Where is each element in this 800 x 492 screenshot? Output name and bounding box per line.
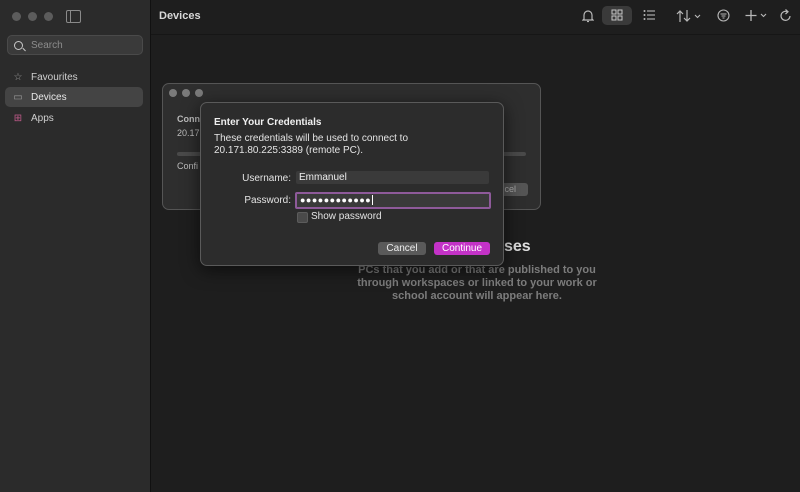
password-field[interactable]: ●●●●●●●●●●●● bbox=[295, 192, 491, 209]
window-controls bbox=[169, 89, 203, 97]
credentials-dialog: Enter Your Credentials These credentials… bbox=[200, 102, 504, 266]
text-caret bbox=[372, 195, 374, 206]
add-icon[interactable] bbox=[745, 9, 769, 22]
search-field[interactable] bbox=[7, 35, 143, 55]
apps-grid-icon: ⊞ bbox=[13, 112, 23, 124]
sidebar-item-label: Apps bbox=[31, 112, 54, 124]
connecting-title: Conn bbox=[177, 114, 200, 124]
filter-icon[interactable] bbox=[717, 9, 730, 22]
dialog-message: These credentials will be used to connec… bbox=[214, 133, 408, 156]
password-label: Password: bbox=[244, 195, 291, 206]
continue-button[interactable]: Continue bbox=[434, 242, 490, 255]
sidebar-item-favourites[interactable]: ☆ Favourites bbox=[5, 67, 143, 87]
close-window-button[interactable] bbox=[169, 89, 177, 97]
minimize-window-button[interactable] bbox=[182, 89, 190, 97]
empty-state-title: ses bbox=[504, 238, 531, 255]
username-field[interactable]: Emmanuel bbox=[296, 171, 489, 184]
cancel-button[interactable]: Cancel bbox=[378, 242, 426, 255]
refresh-icon[interactable] bbox=[780, 9, 792, 22]
dialog-title: Enter Your Credentials bbox=[214, 117, 322, 128]
search-icon bbox=[14, 40, 23, 50]
sidebar-toggle-icon[interactable] bbox=[66, 10, 81, 23]
sidebar-item-label: Devices bbox=[31, 91, 67, 103]
search-input[interactable] bbox=[31, 39, 131, 51]
close-window-button[interactable] bbox=[12, 12, 21, 21]
window-controls bbox=[12, 12, 53, 21]
minimize-window-button[interactable] bbox=[28, 12, 37, 21]
show-password-label[interactable]: Show password bbox=[311, 211, 382, 222]
zoom-window-button[interactable] bbox=[44, 12, 53, 21]
grid-view-icon[interactable] bbox=[611, 9, 623, 21]
password-mask: ●●●●●●●●●●●● bbox=[300, 195, 372, 205]
sort-icon[interactable] bbox=[676, 9, 702, 23]
zoom-window-button[interactable] bbox=[195, 89, 203, 97]
list-view-icon[interactable] bbox=[643, 9, 656, 21]
star-icon: ☆ bbox=[13, 71, 23, 83]
sidebar-item-label: Favourites bbox=[31, 71, 78, 83]
sidebar-item-devices[interactable]: ▭ Devices bbox=[5, 87, 143, 107]
bell-icon[interactable] bbox=[582, 9, 594, 23]
header-divider bbox=[151, 34, 800, 35]
sidebar-item-apps[interactable]: ⊞ Apps bbox=[5, 108, 143, 128]
monitor-icon: ▭ bbox=[13, 91, 23, 103]
show-password-checkbox[interactable] bbox=[297, 212, 308, 223]
username-label: Username: bbox=[242, 173, 291, 184]
empty-state-text: PCs that you add or that are published t… bbox=[357, 264, 597, 302]
username-value: Emmanuel bbox=[299, 172, 347, 183]
page-title: Devices bbox=[159, 10, 201, 22]
sidebar: ☆ Favourites ▭ Devices ⊞ Apps bbox=[0, 0, 151, 492]
connecting-status: Confi bbox=[177, 161, 199, 171]
